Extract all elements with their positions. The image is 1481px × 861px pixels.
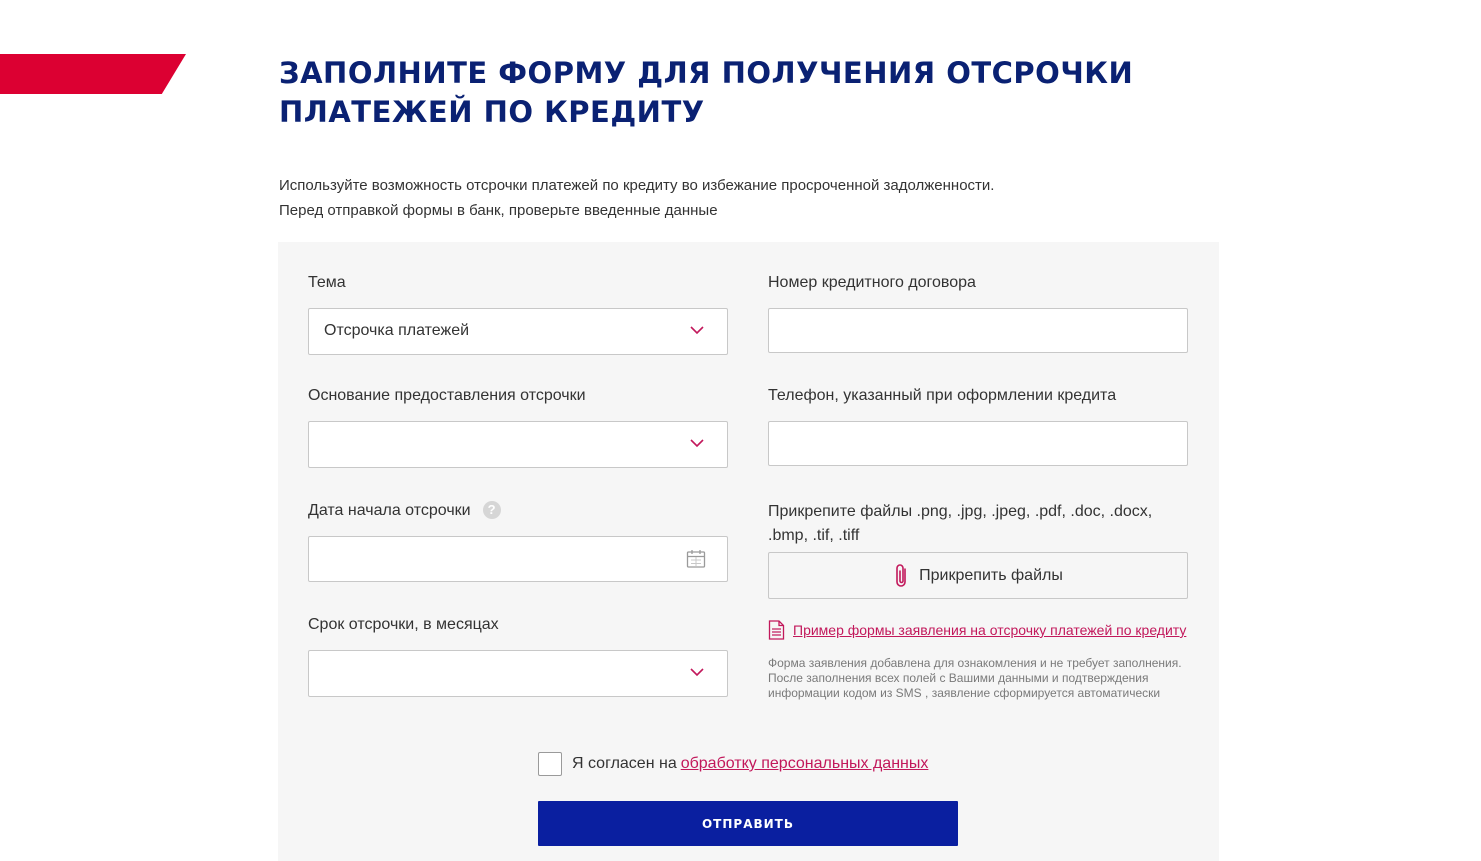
start-date-input[interactable] [308,536,728,582]
subtitle-line-2: Перед отправкой формы в банк, проверьте … [279,202,718,219]
chevron-down-icon [690,326,704,335]
paperclip-icon [896,563,906,587]
attach-label-line-2: .bmp, .tif, .tiff [768,527,860,544]
phone-input[interactable] [768,421,1188,466]
consent-checkbox[interactable] [538,752,562,776]
brand-stripe [0,54,186,94]
personal-data-link[interactable]: обработку персональных данных [681,755,929,773]
note-line-1: Форма заявления добавлена для ознакомлен… [768,656,1182,670]
page-subtitle: Используйте возможность отсрочки платеже… [279,173,1179,223]
submit-button[interactable]: ОТПРАВИТЬ [538,801,958,846]
page-title: ЗАПОЛНИТЕ ФОРМУ ДЛЯ ПОЛУЧЕНИЯ ОТСРОЧКИ П… [279,54,1179,132]
chevron-down-icon [690,439,704,448]
topic-select[interactable]: Отсрочка платежей [308,308,728,355]
example-form-link-row: Пример формы заявления на отсрочку плате… [768,620,1186,640]
attach-files-label: Прикрепить файлы [919,566,1063,584]
note-line-3: информации кодом из SMS , заявление сфор… [768,686,1161,700]
reason-label: Основание предоставления отсрочки [308,387,586,404]
term-select[interactable] [308,650,728,697]
attach-label: Прикрепите файлы .png, .jpg, .jpeg, .pdf… [768,500,1152,548]
start-date-label-text: Дата начала отсрочки [308,502,471,519]
reason-select[interactable] [308,421,728,468]
page-title-line-1: ЗАПОЛНИТЕ ФОРМУ ДЛЯ ПОЛУЧЕНИЯ ОТСРОЧКИ [279,56,1134,90]
help-icon[interactable]: ? [482,501,501,519]
topic-label: Тема [308,274,346,291]
page: ЗАПОЛНИТЕ ФОРМУ ДЛЯ ПОЛУЧЕНИЯ ОТСРОЧКИ П… [0,0,1481,861]
calendar-icon[interactable] [686,549,706,569]
page-title-line-2: ПЛАТЕЖЕЙ ПО КРЕДИТУ [279,95,705,129]
topic-select-value: Отсрочка платежей [324,322,470,339]
attach-files-button[interactable]: Прикрепить файлы [768,552,1188,599]
form-note: Форма заявления добавлена для ознакомлен… [768,656,1198,701]
attach-label-line-1: Прикрепите файлы .png, .jpg, .jpeg, .pdf… [768,503,1153,520]
consent-row: Я согласен на обработку персональных дан… [538,752,928,776]
contract-number-label: Номер кредитного договора [768,274,976,291]
subtitle-line-1: Используйте возможность отсрочки платеже… [279,177,995,194]
consent-text: Я согласен на [572,755,677,772]
document-icon [768,620,785,640]
note-line-2: После заполнения всех полей с Вашими дан… [768,671,1149,685]
chevron-down-icon [690,668,704,677]
contract-number-input[interactable] [768,308,1188,353]
example-form-link[interactable]: Пример формы заявления на отсрочку плате… [793,622,1186,638]
start-date-label: Дата начала отсрочки? [308,501,501,520]
phone-label: Телефон, указанный при оформлении кредит… [768,387,1117,404]
term-label: Срок отсрочки, в месяцах [308,616,499,633]
